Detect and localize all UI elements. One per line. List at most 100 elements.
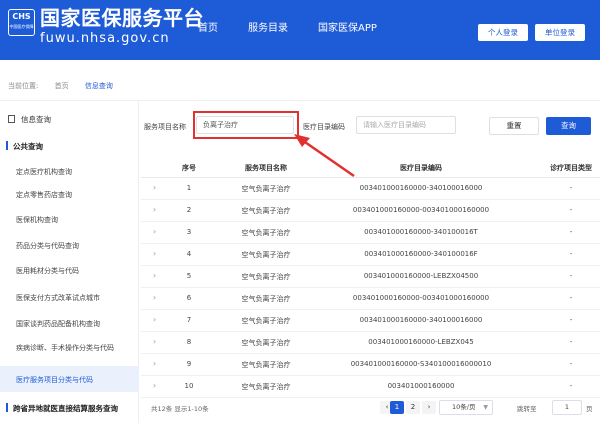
row-item-type: - xyxy=(569,228,573,236)
pagination-page-2[interactable]: 2 xyxy=(406,401,420,414)
pagination-total: 共12条 显示1-10条 xyxy=(151,405,209,413)
site-logo[interactable]: CHS 中国医疗保障 xyxy=(8,9,35,36)
nav-home[interactable]: 首页 xyxy=(198,22,218,36)
expand-chevron-icon[interactable]: › xyxy=(153,381,156,390)
goto-page-input[interactable]: 1 xyxy=(552,400,582,415)
breadcrumb-label: 当前位置: xyxy=(8,82,39,90)
sidebar-item-insurance-agencies[interactable]: 医保机构查询 xyxy=(16,215,58,225)
expand-chevron-icon[interactable]: › xyxy=(153,205,156,214)
row-service-name: 空气负离子治疗 xyxy=(241,251,291,259)
table-row[interactable]: › 1 空气负离子治疗 003401000160000-340100016000… xyxy=(141,178,600,200)
sidebar-item-drug-codes[interactable]: 药品分类与代码查询 xyxy=(16,241,79,251)
expand-chevron-icon[interactable]: › xyxy=(153,271,156,280)
chevron-down-icon: ▼ xyxy=(483,404,488,411)
sidebar-header: 信息查询 xyxy=(8,114,51,125)
expand-chevron-icon[interactable]: › xyxy=(153,227,156,236)
table-row[interactable]: › 6 空气负离子治疗 003401000160000-003401000160… xyxy=(141,288,600,310)
nav-service-catalog[interactable]: 服务目录 xyxy=(248,22,288,36)
site-title: 国家医保服务平台 xyxy=(40,6,204,30)
breadcrumb-current: 信息查询 xyxy=(84,82,113,90)
table-row[interactable]: › 5 空气负离子治疗 003401000160000-LEBZX04500 - xyxy=(141,266,600,288)
expand-chevron-icon[interactable]: › xyxy=(153,293,156,302)
page-size-value: 10条/页 xyxy=(452,403,476,411)
table-row[interactable]: › 2 空气负离子治疗 003401000160000-003401000160… xyxy=(141,200,600,222)
row-service-name: 空气负离子治疗 xyxy=(241,207,291,215)
row-service-name: 空气负离子治疗 xyxy=(241,383,291,391)
row-index: 5 xyxy=(186,272,192,280)
row-catalog-code: 003401000160000-340100016F xyxy=(364,250,478,258)
site-header: CHS 中国医疗保障 国家医保服务平台 fuwu.nhsa.gov.cn 首页 … xyxy=(0,0,600,60)
personal-login-button[interactable]: 个人登录 xyxy=(478,24,528,41)
row-item-type: - xyxy=(569,382,573,390)
sidebar-item-designated-hospitals[interactable]: 定点医疗机构查询 xyxy=(16,167,72,177)
row-service-name: 空气负离子治疗 xyxy=(241,339,291,347)
sidebar-item-consumable-codes[interactable]: 医用耗材分类与代码 xyxy=(16,266,79,276)
row-service-name: 空气负离子治疗 xyxy=(241,295,291,303)
row-catalog-code: 003401000160000-340100016T xyxy=(364,228,478,236)
sidebar-section-public[interactable]: 公共查询 xyxy=(6,141,43,152)
row-item-type: - xyxy=(569,316,573,324)
row-catalog-code: 003401000160000-S340100016000010 xyxy=(350,360,492,368)
catalog-code-input[interactable]: 请输入医疗目录编码 xyxy=(356,116,456,134)
row-index: 2 xyxy=(186,206,192,214)
row-catalog-code: 003401000160000-LEBZX04500 xyxy=(363,272,479,280)
row-index: 6 xyxy=(186,294,192,302)
logo-text: CHS xyxy=(12,12,31,21)
row-item-type: - xyxy=(569,360,573,368)
unit-login-button[interactable]: 单位登录 xyxy=(535,24,585,41)
expand-chevron-icon[interactable]: › xyxy=(153,337,156,346)
sidebar-item-diagnosis-codes[interactable]: 疾病诊断、手术操作分类与代码 xyxy=(16,343,114,353)
row-service-name: 空气负离子治疗 xyxy=(241,185,291,193)
row-service-name: 空气负离子治疗 xyxy=(241,229,291,237)
breadcrumb-home[interactable]: 首页 xyxy=(55,82,69,90)
expand-chevron-icon[interactable]: › xyxy=(153,249,156,258)
table-row[interactable]: › 4 空气负离子治疗 003401000160000-340100016F - xyxy=(141,244,600,266)
goto-page-unit: 页 xyxy=(586,405,593,413)
column-header-item-type: 诊疗项目类型 xyxy=(550,164,592,172)
table-row[interactable]: › 7 空气负离子治疗 003401000160000-340100016000… xyxy=(141,310,600,332)
row-item-type: - xyxy=(569,184,573,192)
row-item-type: - xyxy=(569,272,573,280)
row-index: 9 xyxy=(186,360,192,368)
table-row[interactable]: › 8 空气负离子治疗 003401000160000-LEBZX045 - xyxy=(141,332,600,354)
query-button[interactable]: 查询 xyxy=(546,117,591,135)
table-row[interactable]: › 3 空气负离子治疗 003401000160000-340100016T - xyxy=(141,222,600,244)
breadcrumb: 当前位置: 首页 信息查询 xyxy=(8,81,127,91)
logo-subtext: 中国医疗保障 xyxy=(9,24,34,29)
row-service-name: 空气负离子治疗 xyxy=(241,361,291,369)
row-item-type: - xyxy=(569,338,573,346)
pagination-page-1[interactable]: 1 xyxy=(390,401,404,414)
sidebar-item-negotiated-drugs[interactable]: 国家谈判药品配备机构查询 xyxy=(16,319,100,329)
sidebar-header-label: 信息查询 xyxy=(21,115,51,124)
page-size-select[interactable]: 10条/页 ▼ xyxy=(439,400,493,415)
expand-chevron-icon[interactable]: › xyxy=(153,359,156,368)
row-service-name: 空气负离子治疗 xyxy=(241,273,291,281)
service-name-label: 服务项目名称 xyxy=(144,123,186,131)
expand-chevron-icon[interactable]: › xyxy=(153,315,156,324)
expand-chevron-icon[interactable]: › xyxy=(153,183,156,192)
table-row[interactable]: › 9 空气负离子治疗 003401000160000-S34010001600… xyxy=(141,354,600,376)
table-header: 序号 服务项目名称 医疗目录编码 诊疗项目类型 xyxy=(141,158,600,178)
sidebar-item-payment-reform-cities[interactable]: 医保支付方式改革试点城市 xyxy=(16,293,100,303)
document-icon xyxy=(8,115,15,123)
nav-app[interactable]: 国家医保APP xyxy=(318,22,377,36)
row-index: 7 xyxy=(186,316,192,324)
highlight-annotation-box xyxy=(193,111,299,139)
column-header-catalog-code: 医疗目录编码 xyxy=(400,164,442,172)
row-item-type: - xyxy=(569,294,573,302)
column-header-service-name: 服务项目名称 xyxy=(245,164,287,172)
row-catalog-code: 003401000160000-340100016000 xyxy=(359,184,483,192)
row-catalog-code: 003401000160000-003401000160000 xyxy=(352,206,490,214)
row-catalog-code: 003401000160000-340100016000 xyxy=(359,316,483,324)
pagination-next-button[interactable]: › xyxy=(422,401,436,414)
goto-label: 跳转至 xyxy=(517,405,537,413)
table-row[interactable]: › 10 空气负离子治疗 003401000160000 - xyxy=(141,376,600,398)
sidebar-section-cross-province[interactable]: 跨省异地就医直接结算服务查询 xyxy=(6,403,118,414)
sidebar-item-medical-service-codes[interactable]: 医疗服务项目分类与代码 xyxy=(16,375,93,385)
row-catalog-code: 003401000160000-003401000160000 xyxy=(352,294,490,302)
sidebar-item-designated-pharmacies[interactable]: 定点零售药店查询 xyxy=(16,190,72,200)
row-index: 4 xyxy=(186,250,192,258)
reset-button[interactable]: 重置 xyxy=(489,117,539,135)
row-catalog-code: 003401000160000 xyxy=(387,382,455,390)
row-service-name: 空气负离子治疗 xyxy=(241,317,291,325)
